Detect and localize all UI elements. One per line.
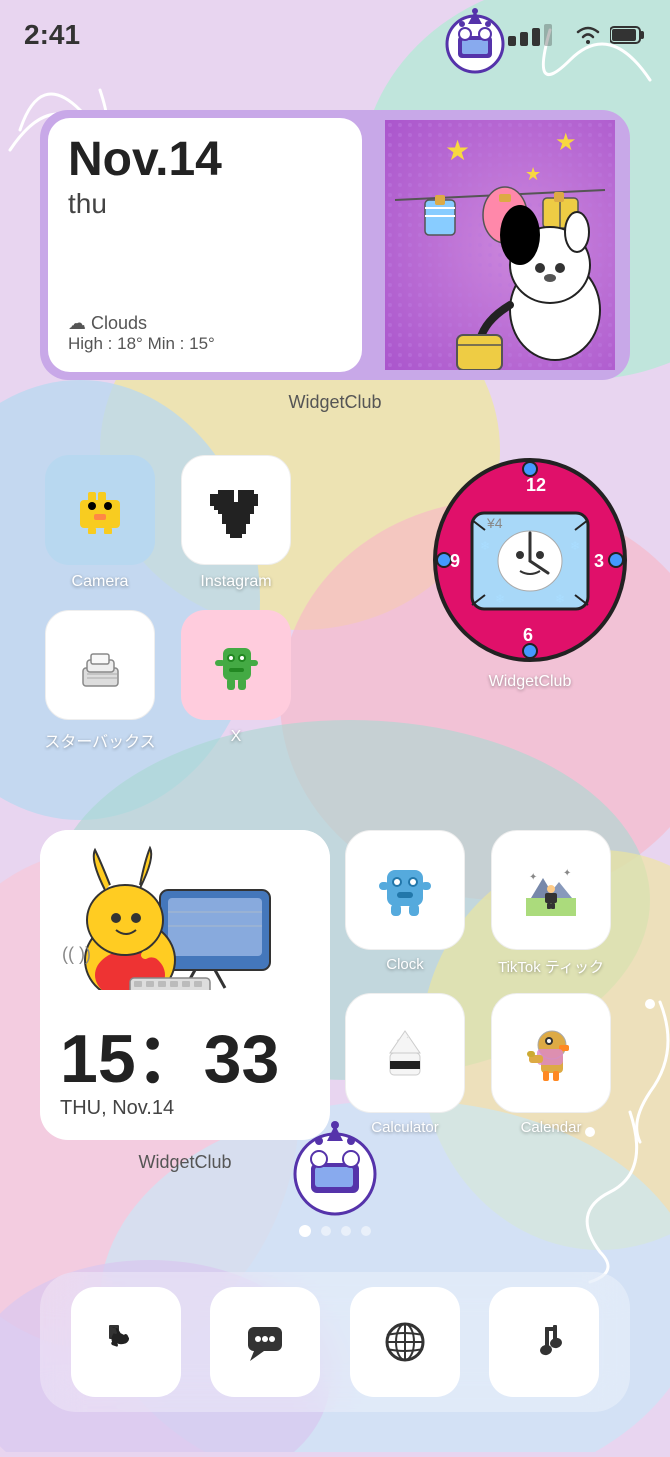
messages-icon [240, 1317, 290, 1367]
page-dot-active [299, 1225, 311, 1237]
time-display: 15：33 [60, 1025, 279, 1093]
svg-text:★: ★ [555, 129, 577, 156]
date-widget-illustration: ★ ★ ★ [370, 110, 630, 380]
calculator-app[interactable]: Calculator [340, 993, 470, 1136]
wifi-icon [574, 24, 602, 46]
calendar-label: Calendar [521, 1119, 582, 1136]
clock-app-icon [375, 860, 435, 920]
clock-widget-container[interactable]: 12 3 6 9 ¥4 ❄ ❄ ❄ ❄ [430, 455, 630, 691]
page-dot-2 [321, 1226, 331, 1236]
right-app-column: Clock ✦ ✦ [340, 830, 630, 1152]
tiktok-label: TikTok ティック [498, 956, 604, 977]
day-display: thu [68, 188, 342, 220]
safari-dock-icon[interactable] [350, 1287, 460, 1397]
clock-widget-label: WidgetClub [489, 673, 572, 691]
svg-text:3: 3 [594, 551, 604, 571]
time-widget: (( )) 15：33 THU, Nov.14 [40, 830, 330, 1140]
safari-icon [380, 1317, 430, 1367]
music-icon [519, 1317, 569, 1367]
date-weather-widget: Nov.14 thu ☁ Clouds High : 18° Min : 15°… [40, 110, 630, 380]
wc-bottom-logo [285, 1119, 385, 1219]
svg-text:6: 6 [523, 625, 533, 645]
svg-text:❄: ❄ [555, 592, 565, 606]
tiktok-app[interactable]: ✦ ✦ TikTok ティック [486, 830, 616, 977]
instagram-app[interactable]: Instagram [176, 455, 296, 591]
page-indicator [299, 1225, 371, 1237]
page-dot-4 [361, 1226, 371, 1236]
battery-icon [610, 25, 646, 45]
camera-icon [70, 480, 130, 540]
status-icons [506, 24, 646, 46]
app-row-2: スターバックス X [40, 610, 296, 752]
music-dock-icon[interactable] [489, 1287, 599, 1397]
svg-text:✦: ✦ [563, 868, 571, 879]
widget-date-label: WidgetClub [0, 392, 670, 413]
status-time: 2:41 [24, 19, 80, 51]
clock-app-label: Clock [386, 956, 424, 973]
app-right-row-1: Clock ✦ ✦ [340, 830, 630, 977]
date-weather-left: Nov.14 thu ☁ Clouds High : 18° Min : 15° [48, 118, 362, 372]
svg-text:★: ★ [525, 164, 541, 184]
instagram-icon [209, 483, 264, 538]
page-dot-3 [341, 1226, 351, 1236]
x-label: X [231, 728, 242, 746]
svg-text:9: 9 [450, 551, 460, 571]
weather-condition: ☁ Clouds [68, 313, 342, 334]
x-app[interactable]: X [176, 610, 296, 752]
widgetclub-logo-bottom [285, 1119, 385, 1237]
camera-label: Camera [72, 573, 129, 591]
clock-widget-face: 12 3 6 9 ¥4 ❄ ❄ ❄ ❄ [430, 455, 630, 665]
svg-text:¥4: ¥4 [486, 515, 503, 531]
instagram-label: Instagram [200, 573, 271, 591]
camera-app[interactable]: Camera [40, 455, 160, 591]
svg-text:❄: ❄ [480, 539, 490, 553]
messages-dock-icon[interactable] [210, 1287, 320, 1397]
app-right-row-2: Calculator [340, 993, 630, 1136]
starbucks-label: スターバックス [44, 728, 155, 752]
svg-text:❄: ❄ [570, 539, 580, 553]
svg-text:✦: ✦ [529, 872, 537, 883]
time-widget-illustration: (( )) [40, 830, 330, 990]
tiktok-icon: ✦ ✦ [521, 860, 581, 920]
date-display: Nov.14 [68, 136, 342, 184]
calendar-icon [521, 1023, 581, 1083]
svg-text:❄: ❄ [495, 592, 505, 606]
starbucks-app[interactable]: スターバックス [40, 610, 160, 752]
dock [40, 1272, 630, 1412]
calculator-icon [375, 1023, 435, 1083]
widgetclub-logo-top [440, 6, 510, 76]
calendar-app[interactable]: Calendar [486, 993, 616, 1136]
svg-text:12: 12 [526, 475, 546, 495]
weather-temp: High : 18° Min : 15° [68, 334, 342, 354]
phone-dock-icon[interactable] [71, 1287, 181, 1397]
starbucks-icon [73, 638, 128, 693]
svg-text:(( )): (( )) [62, 944, 91, 964]
x-icon [209, 638, 264, 693]
status-bar: 2:41 [0, 0, 670, 60]
signal-icon [506, 24, 566, 46]
svg-text:★: ★ [445, 135, 470, 166]
time-date-display: THU, Nov.14 [60, 1097, 174, 1120]
clock-app[interactable]: Clock [340, 830, 470, 977]
phone-icon [101, 1317, 151, 1367]
